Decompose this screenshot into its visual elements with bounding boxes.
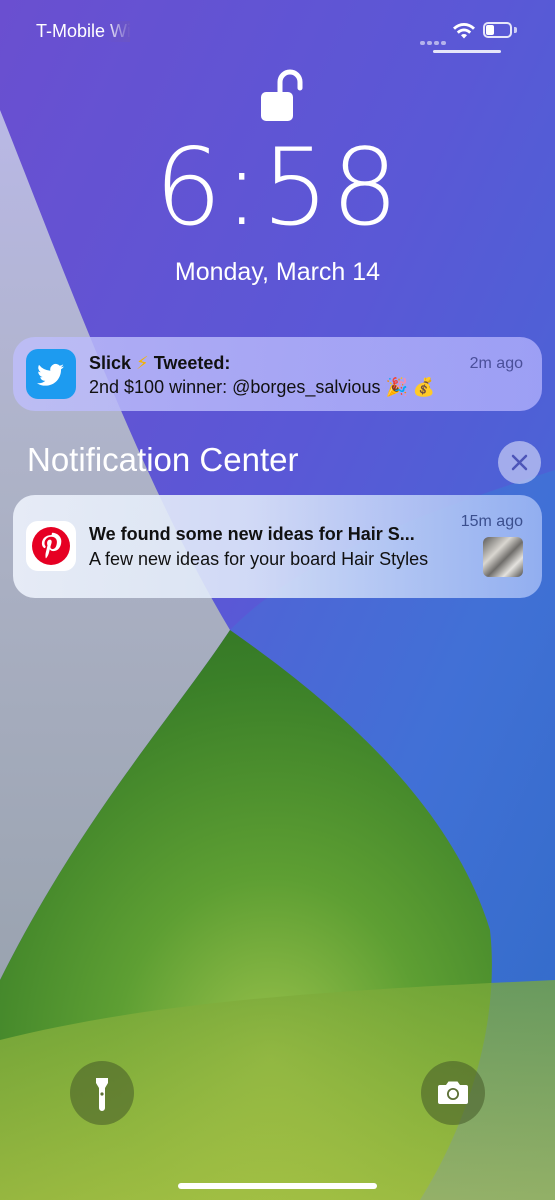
hair-styles-thumbnail [483, 537, 523, 577]
notification-time: 15m ago [460, 513, 523, 530]
notification-sender: Slick [89, 353, 132, 373]
clear-notifications-button[interactable] [498, 441, 541, 484]
lock-screen-time: 6:58 [154, 126, 401, 249]
twitter-icon [26, 349, 76, 399]
notification-body: 2nd $100 winner: @borges_salvious 🎉 💰 [89, 377, 435, 398]
twitter-notification[interactable]: Slick ⚡ Tweeted: 2nd $100 winner: @borge… [13, 337, 542, 411]
flashlight-icon [96, 1078, 108, 1111]
notification-body-emoji: 🎉 💰 [385, 377, 436, 397]
notification-body-text: 2nd $100 winner: @borges_salvious [89, 377, 381, 397]
pinterest-notification[interactable]: We found some new ideas for Hair S... A … [13, 495, 542, 598]
notification-action: Tweeted: [153, 353, 231, 373]
flashlight-button[interactable] [70, 1061, 134, 1125]
notification-center-header: Notification Center [27, 441, 299, 478]
camera-icon [438, 1081, 468, 1104]
camera-button[interactable] [421, 1061, 485, 1125]
notification-title: Slick ⚡ Tweeted: [89, 353, 230, 374]
lightning-emoji: ⚡ [136, 353, 149, 373]
carrier-label: T-Mobile Wi-Fi [36, 21, 130, 42]
notification-title: We found some new ideas for Hair S... [89, 524, 415, 544]
notification-time: 2m ago [469, 355, 523, 372]
control-center-indicator[interactable] [433, 50, 501, 53]
pinterest-icon [26, 521, 76, 571]
close-icon [511, 454, 528, 471]
home-indicator[interactable] [178, 1183, 377, 1189]
notification-body: A few new ideas for your board Hair Styl… [89, 549, 429, 569]
wifi-icon [453, 23, 475, 39]
unlocked-padlock-icon [261, 69, 303, 121]
lock-screen-date: Monday, March 14 [174, 258, 381, 286]
status-bar: T-Mobile Wi-Fi [0, 0, 555, 60]
signal-strength-icon [420, 32, 448, 50]
